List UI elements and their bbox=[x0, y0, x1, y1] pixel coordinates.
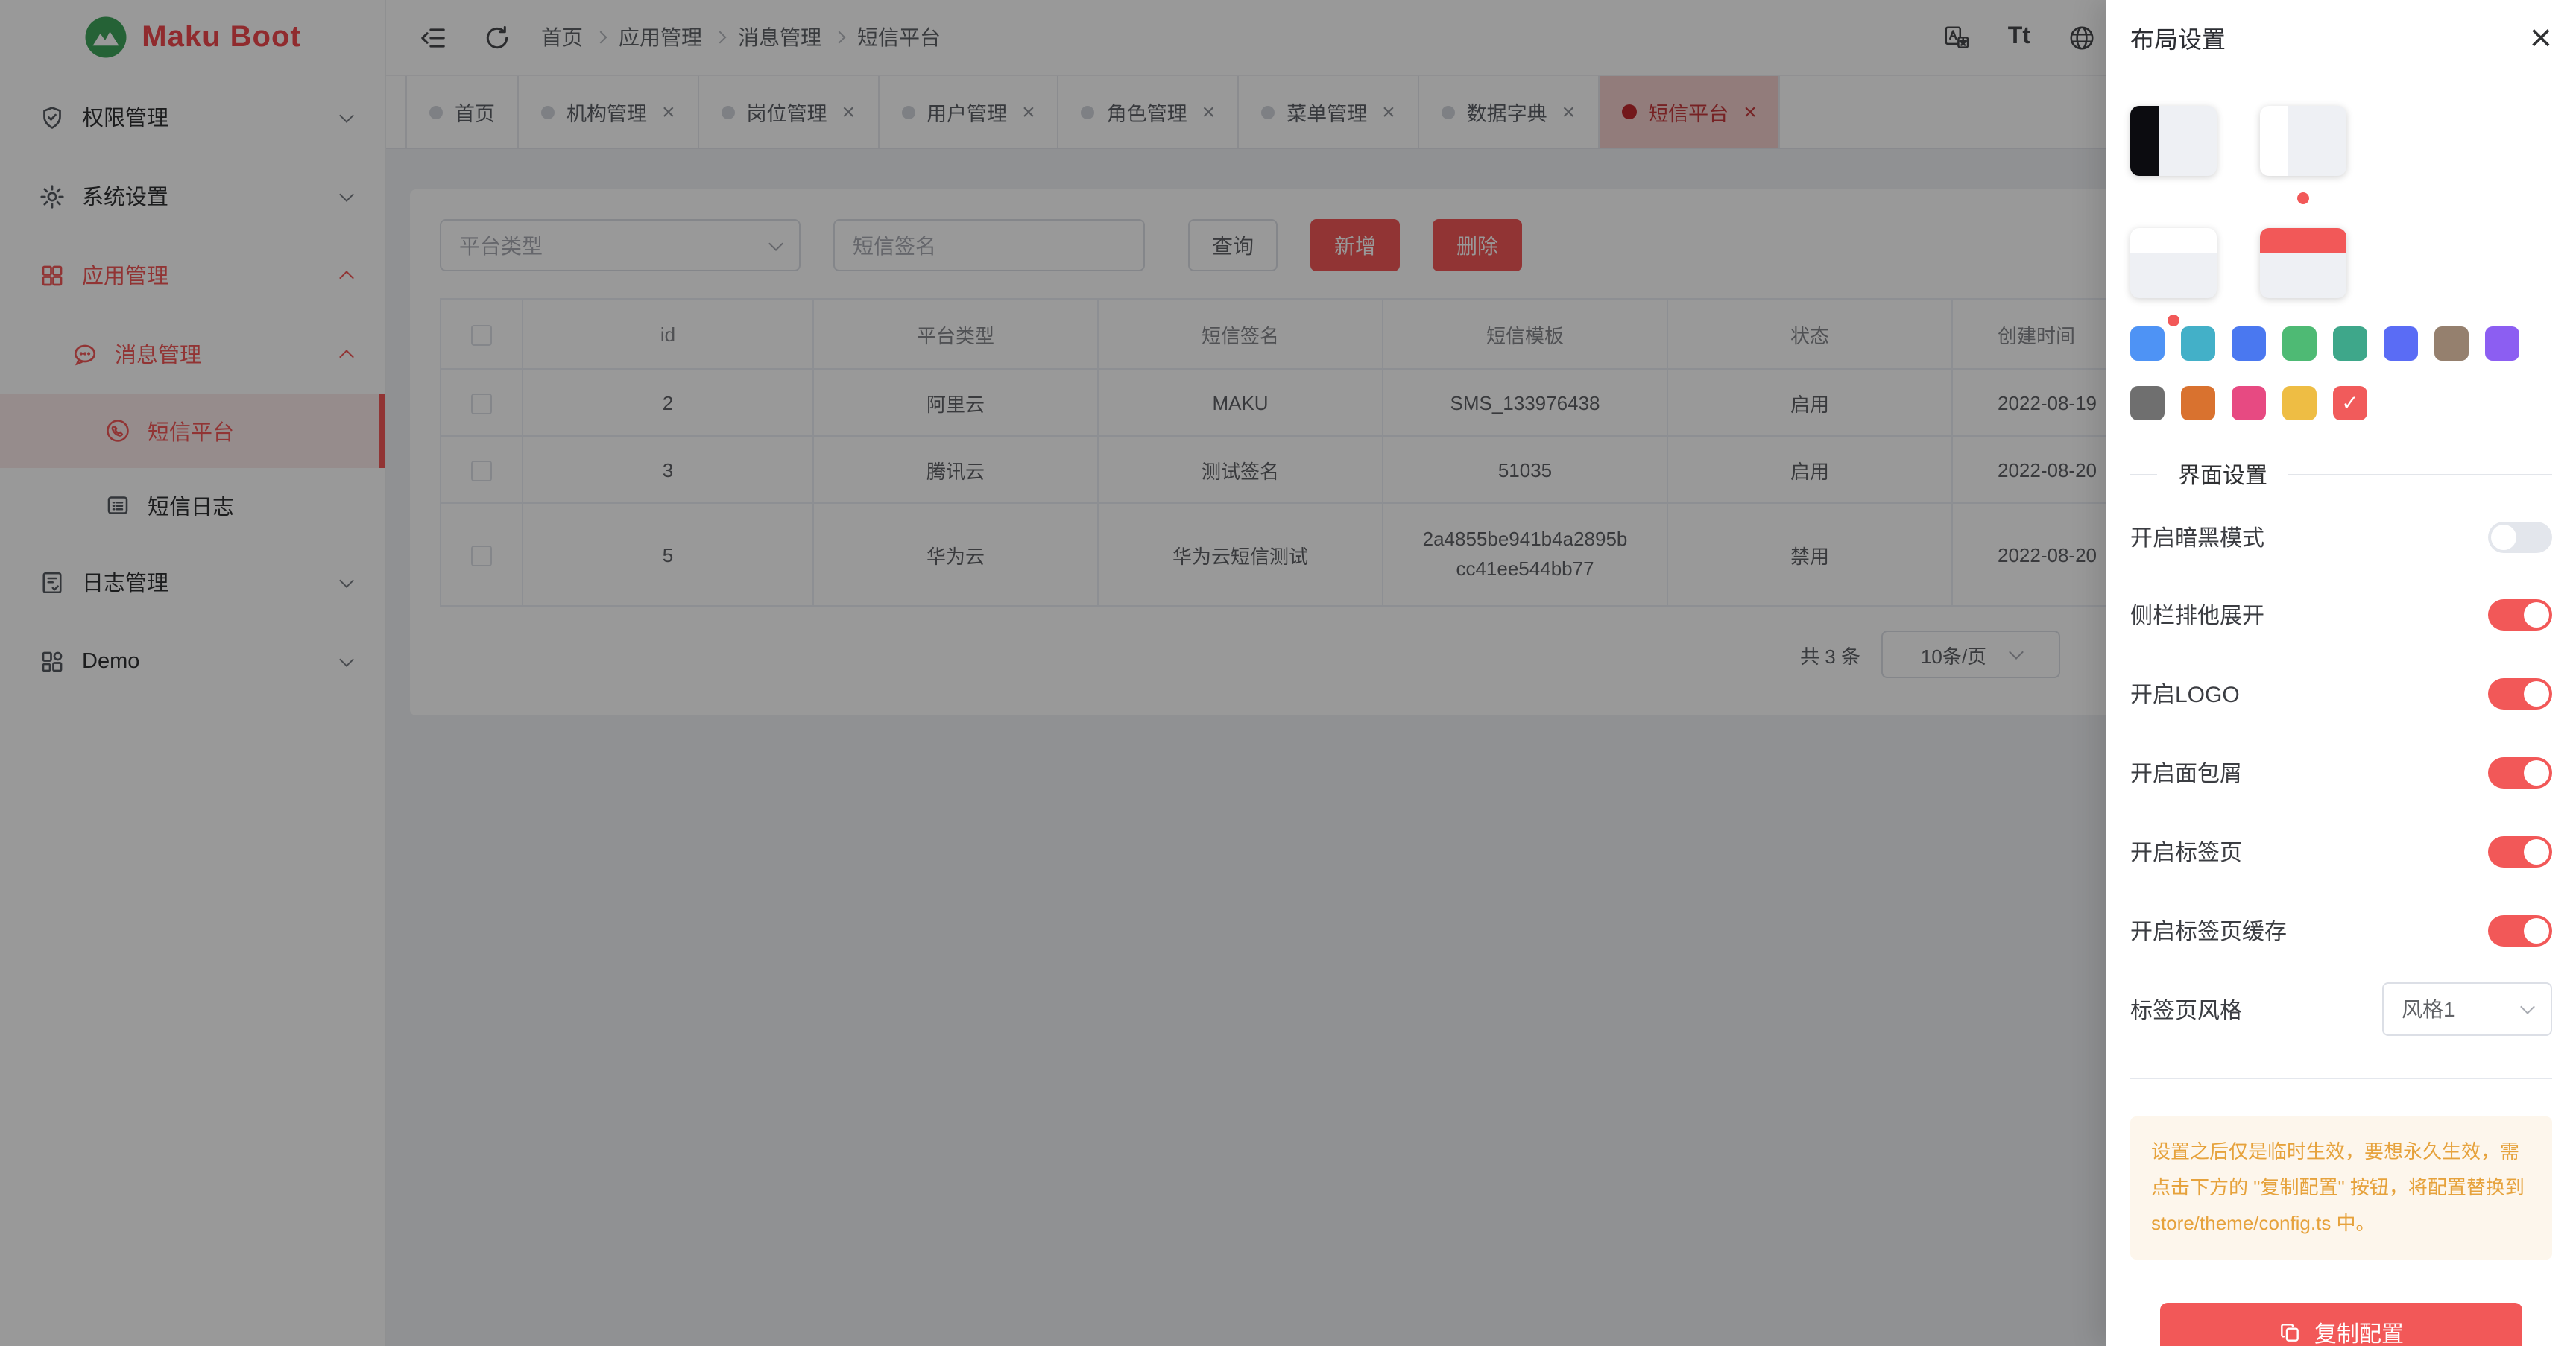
theme-color-swatch[interactable] bbox=[2333, 326, 2367, 361]
theme-color-swatch[interactable] bbox=[2232, 326, 2266, 361]
setting-label: 开启标签页缓存 bbox=[2130, 914, 2287, 946]
breadcrumb-toggle[interactable] bbox=[2488, 756, 2552, 788]
dark-mode-toggle[interactable] bbox=[2488, 521, 2552, 552]
warning-note: 设置之后仅是临时生效，要想永久生效，需点击下方的 "复制配置" 按钮，将配置替换… bbox=[2130, 1116, 2552, 1260]
theme-color-row: ✓ bbox=[2130, 386, 2367, 420]
theme-color-row bbox=[2130, 326, 2519, 361]
modal-overlay[interactable] bbox=[0, 0, 2106, 1346]
setting-label: 开启标签页 bbox=[2130, 835, 2242, 867]
setting-row-logo: 开启LOGO bbox=[2130, 662, 2552, 724]
copy-config-button[interactable]: 复制配置 bbox=[2160, 1303, 2522, 1346]
tab-style-select[interactable]: 风格1 bbox=[2382, 982, 2552, 1036]
theme-color-swatch[interactable] bbox=[2232, 386, 2266, 420]
layout-option-primary-header[interactable] bbox=[2260, 228, 2346, 298]
section-divider: 界面设置 bbox=[2130, 452, 2552, 496]
setting-label: 标签页风格 bbox=[2130, 993, 2242, 1025]
layout-option-light-sidebar[interactable] bbox=[2260, 106, 2346, 176]
setting-row-tabs-cache: 开启标签页缓存 bbox=[2130, 899, 2552, 961]
sidebar-accordion-toggle[interactable] bbox=[2488, 598, 2552, 630]
setting-row-sidebar-accordion: 侧栏排他展开 bbox=[2130, 583, 2552, 645]
setting-row-tabs: 开启标签页 bbox=[2130, 820, 2552, 882]
drawer-header: 布局设置 × bbox=[2106, 0, 2576, 75]
selected-dot-icon bbox=[2297, 192, 2309, 204]
setting-row-breadcrumb: 开启面包屑 bbox=[2130, 741, 2552, 803]
setting-row-tab-style: 标签页风格 风格1 bbox=[2130, 982, 2552, 1036]
divider bbox=[2130, 1078, 2552, 1079]
theme-color-swatch[interactable] bbox=[2282, 326, 2317, 361]
check-icon: ✓ bbox=[2341, 391, 2358, 416]
theme-color-swatch-selected[interactable]: ✓ bbox=[2333, 386, 2367, 420]
theme-color-swatch[interactable] bbox=[2384, 326, 2418, 361]
tab-style-value: 风格1 bbox=[2402, 994, 2455, 1024]
chevron-down-icon bbox=[2520, 999, 2535, 1014]
theme-color-swatch[interactable] bbox=[2130, 326, 2165, 361]
layout-settings-drawer: 布局设置 × ✓ 界面设置 bbox=[2106, 0, 2576, 1346]
setting-label: 开启面包屑 bbox=[2130, 756, 2242, 788]
section-title: 界面设置 bbox=[2157, 458, 2288, 490]
theme-color-swatch[interactable] bbox=[2181, 326, 2215, 361]
tabs-cache-toggle[interactable] bbox=[2488, 914, 2552, 946]
theme-color-swatch[interactable] bbox=[2434, 326, 2469, 361]
theme-color-swatch[interactable] bbox=[2485, 326, 2519, 361]
layout-option-light-header[interactable] bbox=[2130, 228, 2217, 298]
layout-option-dark-sidebar[interactable] bbox=[2130, 106, 2217, 176]
theme-color-swatch[interactable] bbox=[2282, 386, 2317, 420]
close-icon[interactable]: × bbox=[2530, 22, 2552, 52]
copy-icon bbox=[2279, 1321, 2302, 1345]
setting-label: 开启暗黑模式 bbox=[2130, 521, 2264, 552]
tabs-toggle[interactable] bbox=[2488, 835, 2552, 867]
selected-dot-icon bbox=[2168, 315, 2179, 326]
logo-toggle[interactable] bbox=[2488, 677, 2552, 709]
copy-config-label: 复制配置 bbox=[2314, 1317, 2404, 1346]
setting-label: 开启LOGO bbox=[2130, 677, 2240, 709]
theme-color-swatch[interactable] bbox=[2130, 386, 2165, 420]
drawer-title: 布局设置 bbox=[2130, 19, 2226, 55]
theme-color-swatch[interactable] bbox=[2181, 386, 2215, 420]
app-root: Maku Boot 权限管理 系统设置 应用管理 消息管理 bbox=[0, 0, 2576, 1346]
setting-row-dark-mode: 开启暗黑模式 bbox=[2130, 505, 2552, 568]
setting-label: 侧栏排他展开 bbox=[2130, 598, 2264, 630]
